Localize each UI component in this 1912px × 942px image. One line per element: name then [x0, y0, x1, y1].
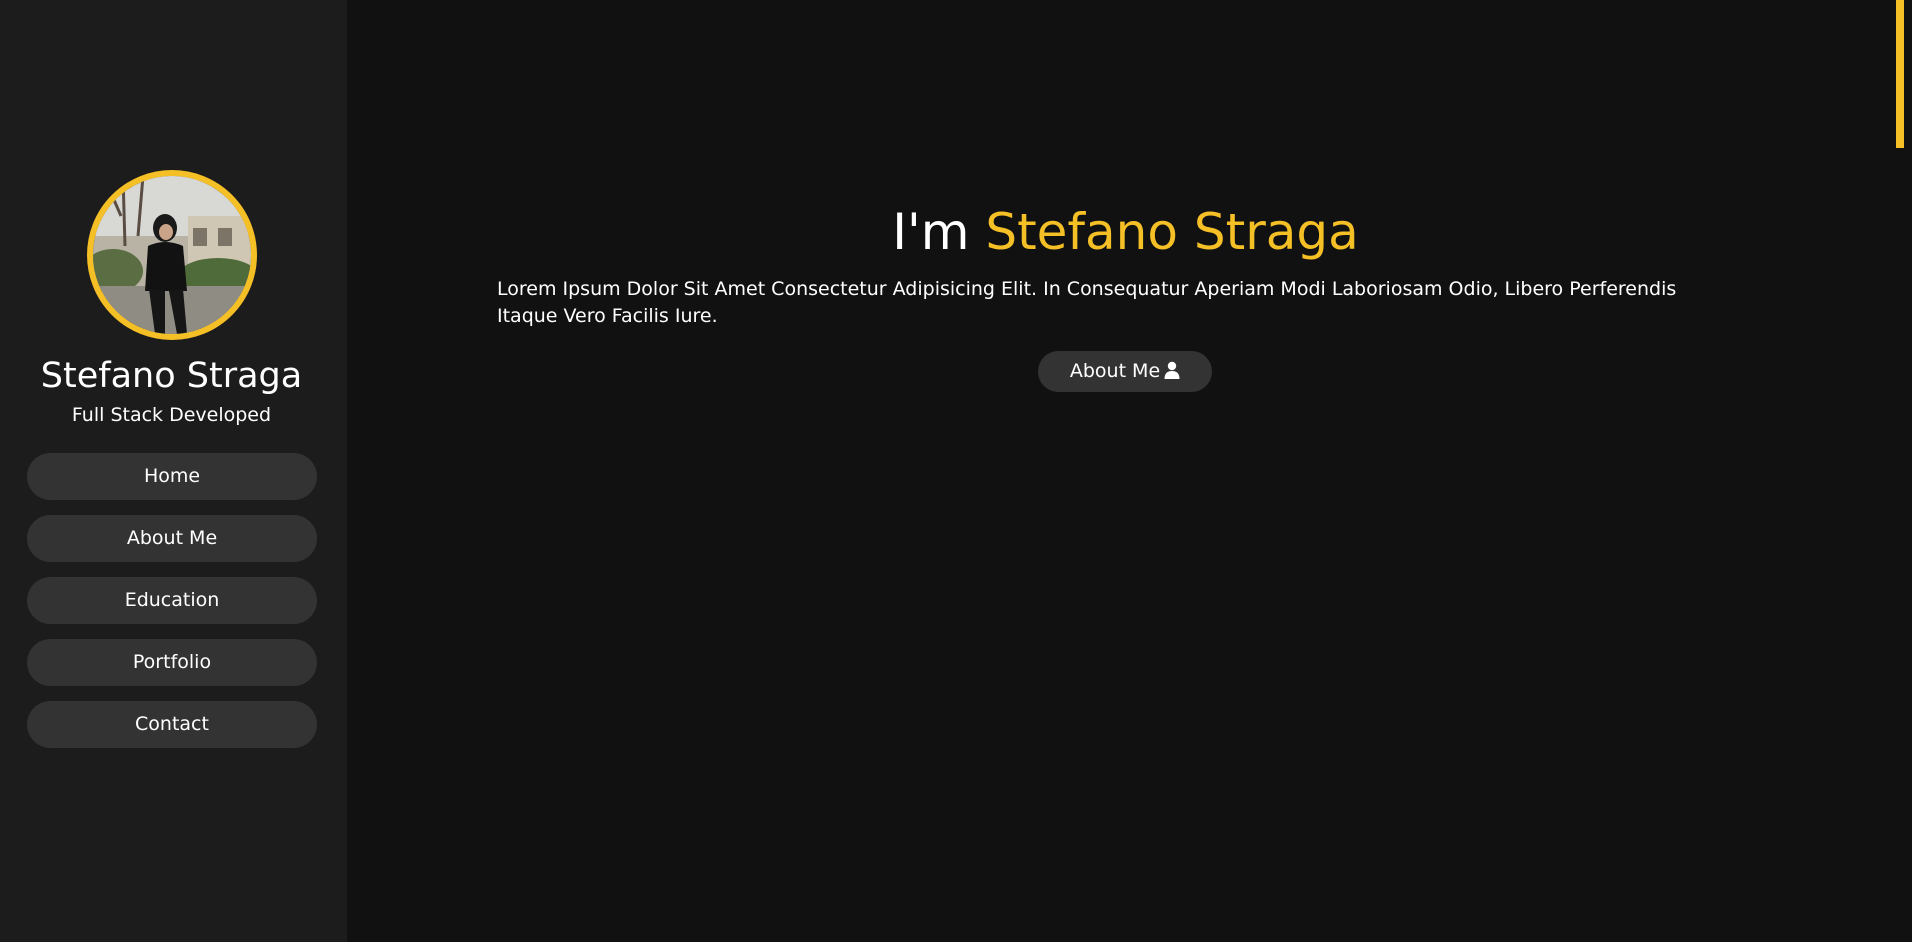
main-content: I'm Stefano Straga Lorem Ipsum Dolor Sit…	[347, 0, 1904, 942]
profile-name: Stefano Straga	[40, 356, 303, 396]
nav-item-education[interactable]: Education	[27, 577, 317, 624]
hero-title-name: Stefano Straga	[985, 203, 1359, 261]
sidebar: Stefano Straga Full Stack Developed Home…	[0, 0, 347, 942]
nav-item-about-me[interactable]: About Me	[27, 515, 317, 562]
about-me-button[interactable]: About Me	[1038, 351, 1212, 392]
profile-role: Full Stack Developed	[71, 404, 272, 426]
nav-item-home[interactable]: Home	[27, 453, 317, 500]
profile-photo	[93, 176, 251, 334]
hero-description: Lorem Ipsum Dolor Sit Amet Consectetur A…	[497, 278, 1677, 327]
sidebar-nav: Home About Me Education Portfolio Contac…	[27, 453, 317, 763]
profile-avatar	[87, 170, 257, 340]
hero-title-prefix: I'm	[892, 203, 986, 261]
nav-item-contact[interactable]: Contact	[27, 701, 317, 748]
hero-title: I'm Stefano Straga	[347, 201, 1904, 263]
scrollbar[interactable]	[1896, 0, 1904, 942]
scrollbar-thumb[interactable]	[1896, 0, 1904, 148]
user-icon	[1164, 353, 1180, 394]
about-me-button-label: About Me	[1069, 360, 1161, 382]
nav-item-portfolio[interactable]: Portfolio	[27, 639, 317, 686]
